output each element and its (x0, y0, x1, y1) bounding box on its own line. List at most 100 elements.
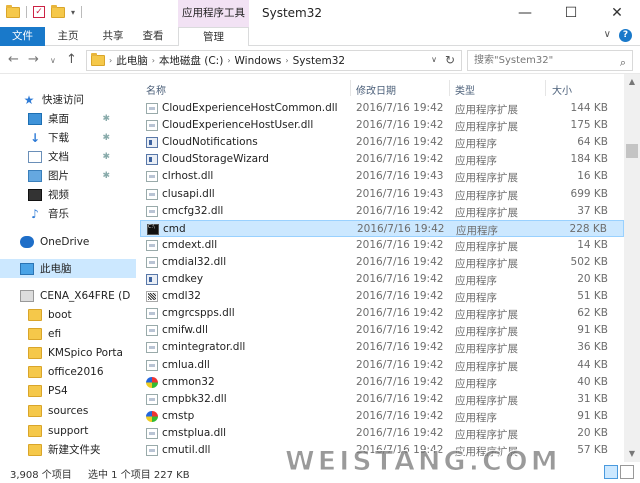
new-folder-icon[interactable] (51, 4, 65, 18)
nav-item-pictures[interactable]: 图片 ✱ (0, 166, 136, 185)
file-name: cmpbk32.dll (162, 392, 227, 405)
file-name: CloudNotifications (162, 136, 258, 149)
scroll-down-icon[interactable]: ▼ (624, 446, 640, 462)
table-row[interactable]: cmgrcspps.dll 2016/7/16 19:42 应用程序扩展 62 KB (140, 305, 624, 322)
breadcrumb-windows[interactable]: Windows (235, 55, 282, 67)
column-header-type[interactable]: 类型 (455, 82, 475, 97)
table-row[interactable]: clusapi.dll 2016/7/16 19:43 应用程序扩展 699 KB (140, 186, 624, 203)
nav-item-label: 视频 (48, 189, 69, 201)
nav-item-sources[interactable]: sources (0, 401, 136, 420)
nav-item-new-folder[interactable]: 新建文件夹 (0, 440, 136, 459)
table-row[interactable]: cmifw.dll 2016/7/16 19:42 应用程序扩展 91 KB (140, 322, 624, 339)
table-row[interactable]: cmintegrator.dll 2016/7/16 19:42 应用程序扩展 36 … (140, 339, 624, 356)
column-divider[interactable] (449, 80, 450, 96)
tab-home[interactable]: 主页 (50, 27, 86, 46)
scrollbar-thumb[interactable] (626, 144, 638, 158)
scroll-up-icon[interactable]: ▲ (624, 74, 640, 90)
forward-button[interactable]: → (28, 52, 39, 67)
folder-icon[interactable] (6, 4, 20, 18)
close-button[interactable]: ✕ (594, 0, 640, 27)
breadcrumb-this-pc[interactable]: 此电脑 (116, 53, 148, 68)
file-name: cmintegrator.dll (162, 341, 246, 354)
nav-item-quick-access[interactable]: ★ 快速访问 (0, 90, 136, 109)
table-row[interactable]: cmcfg32.dll 2016/7/16 19:42 应用程序扩展 37 KB (140, 203, 624, 220)
tab-manage[interactable]: 管理 (178, 27, 249, 47)
table-row[interactable]: cmdext.dll 2016/7/16 19:42 应用程序扩展 14 KB (140, 237, 624, 254)
file-type: 应用程序 (455, 377, 497, 390)
nav-item-documents[interactable]: 文档 ✱ (0, 147, 136, 166)
file-size: 51 KB (577, 290, 608, 303)
table-row[interactable]: clrhost.dll 2016/7/16 19:43 应用程序扩展 16 KB (140, 168, 624, 185)
nav-item-ps4[interactable]: PS4 (0, 381, 136, 400)
up-button[interactable]: ↑ (66, 52, 77, 67)
chevron-right-icon[interactable]: › (227, 56, 230, 65)
details-view-icon[interactable] (604, 465, 618, 479)
ribbon-right-controls: ∨ ? (604, 29, 632, 42)
table-row[interactable]: cmstplua.dll 2016/7/16 19:42 应用程序扩展 20 KB (140, 425, 624, 442)
table-row[interactable]: cmdkey 2016/7/16 19:42 应用程序 20 KB (140, 271, 624, 288)
column-header-name[interactable]: 名称 (146, 82, 166, 97)
nav-item-kmspico[interactable]: KMSpico Porta (0, 343, 136, 362)
nav-item-boot[interactable]: boot (0, 305, 136, 324)
nav-item-dvd-drive[interactable]: CENA_X64FRE (D (0, 286, 136, 305)
cmmon-icon (146, 376, 158, 388)
tab-file[interactable]: 文件 (0, 27, 45, 46)
nav-item-music[interactable]: ♪ 音乐 (0, 204, 136, 223)
column-divider[interactable] (350, 80, 351, 96)
nav-item-this-pc[interactable]: 此电脑 (0, 259, 136, 278)
table-row[interactable]: cmstp 2016/7/16 19:42 应用程序 91 KB (140, 408, 624, 425)
maximize-button[interactable]: ☐ (548, 0, 594, 27)
table-row[interactable]: cmmon32 2016/7/16 19:42 应用程序 40 KB (140, 374, 624, 391)
search-input[interactable]: 搜索"System32" ⌕ (467, 50, 633, 71)
help-icon[interactable]: ? (619, 29, 632, 42)
table-row[interactable]: cmlua.dll 2016/7/16 19:42 应用程序扩展 44 KB (140, 357, 624, 374)
refresh-icon[interactable]: ↻ (445, 53, 455, 67)
back-button[interactable]: ← (8, 52, 19, 67)
file-date: 2016/7/16 19:42 (357, 222, 445, 235)
nav-item-support[interactable]: support (0, 421, 136, 440)
chevron-right-icon[interactable]: › (152, 56, 155, 65)
view-toggle (604, 465, 634, 479)
nav-item-downloads[interactable]: ↓ 下载 ✱ (0, 128, 136, 147)
column-divider[interactable] (545, 80, 546, 96)
table-row[interactable]: cmd 2016/7/16 19:42 应用程序 228 KB (140, 219, 624, 237)
tab-view[interactable]: 查看 (136, 27, 170, 46)
table-row[interactable]: CloudExperienceHostUser.dll 2016/7/16 19:… (140, 117, 624, 134)
nav-item-desktop[interactable]: 桌面 ✱ (0, 109, 136, 128)
tab-share[interactable]: 共享 (96, 27, 130, 46)
table-row[interactable]: cmpbk32.dll 2016/7/16 19:42 应用程序扩展 31 KB (140, 391, 624, 408)
table-row[interactable]: CloudExperienceHostCommon.dll 2016/7/16 1… (140, 100, 624, 117)
file-size: 37 KB (577, 204, 608, 217)
breadcrumb-system32[interactable]: System32 (293, 55, 346, 67)
properties-icon[interactable]: ✓ (33, 6, 45, 18)
column-header-size[interactable]: 大小 (552, 82, 572, 97)
table-row[interactable]: cmdial32.dll 2016/7/16 19:42 应用程序扩展 502 KB (140, 254, 624, 271)
nav-item-efi[interactable]: efi (0, 324, 136, 343)
table-row[interactable]: CloudStorageWizard 2016/7/16 19:42 应用程序 184… (140, 151, 624, 168)
column-header-date[interactable]: 修改日期 (356, 82, 396, 97)
nav-item-label: 此电脑 (40, 263, 72, 275)
table-row[interactable]: cmutil.dll 2016/7/16 19:42 应用程序扩展 57 KB (140, 442, 624, 459)
nav-item-label: PS4 (48, 384, 68, 397)
breadcrumb-local-disk[interactable]: 本地磁盘 (C:) (159, 53, 223, 68)
file-date: 2016/7/16 19:42 (356, 102, 444, 114)
recent-locations-button[interactable]: ∨ (50, 56, 56, 65)
qat-dropdown-icon[interactable]: ▾ (71, 8, 75, 17)
minimize-button[interactable]: — (502, 0, 548, 27)
address-dropdown-icon[interactable]: ∨ (431, 55, 437, 64)
nav-item-office2016[interactable]: office2016 (0, 362, 136, 381)
file-date: 2016/7/16 19:42 (356, 324, 444, 337)
table-row[interactable]: cmdl32 2016/7/16 19:42 应用程序 51 KB (140, 288, 624, 305)
table-row[interactable]: CloudNotifications 2016/7/16 19:42 应用程序 64 … (140, 134, 624, 151)
chevron-right-icon[interactable]: › (285, 56, 288, 65)
nav-item-videos[interactable]: 视频 (0, 185, 136, 204)
chevron-right-icon[interactable]: › (109, 56, 112, 65)
expand-ribbon-icon[interactable]: ∨ (604, 29, 611, 42)
folder-icon (28, 404, 42, 417)
vertical-scrollbar[interactable]: ▲ ▼ (624, 74, 640, 462)
window-title: System32 (262, 6, 323, 20)
search-icon[interactable]: ⌕ (620, 53, 626, 72)
address-bar[interactable]: › 此电脑 › 本地磁盘 (C:) › Windows › System32 ∨… (86, 50, 462, 71)
nav-item-onedrive[interactable]: OneDrive (0, 232, 136, 251)
large-icons-view-icon[interactable] (620, 465, 634, 479)
